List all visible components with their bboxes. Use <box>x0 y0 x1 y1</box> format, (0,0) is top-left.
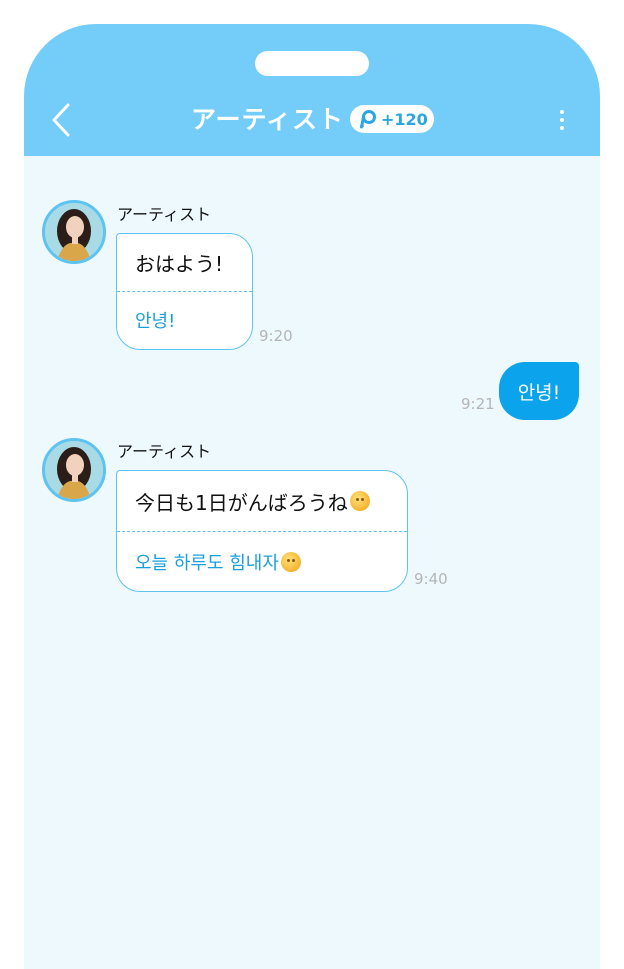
back-button[interactable] <box>46 100 76 140</box>
chevron-left-icon <box>52 103 70 137</box>
chat-header: アーティスト +120 <box>24 24 600 156</box>
incoming-message-bubble[interactable]: 今日も1日がんばろうね 오늘 하루도 힘내자 <box>116 470 408 592</box>
more-menu-button[interactable] <box>552 102 572 138</box>
phone-notch <box>255 51 369 76</box>
sender-name: アーティスト <box>117 205 212 224</box>
message-text-jp-row: 今日も1日がんばろうね <box>117 471 407 531</box>
message-text-jp: おはよう! <box>135 252 224 276</box>
message-time: 9:20 <box>259 327 293 345</box>
points-badge[interactable]: +120 <box>350 105 434 133</box>
chat-title: アーティスト <box>191 105 345 134</box>
message-time: 9:21 <box>461 395 495 413</box>
sender-name: アーティスト <box>117 442 212 461</box>
outgoing-message-bubble[interactable]: 안녕! <box>499 362 579 420</box>
message-time: 9:40 <box>414 570 448 588</box>
chat-screen: アーティスト +120 アーティスト おはよう! 안녕! 9:20 9:21 안… <box>24 24 600 969</box>
message-text-jp: 今日も1日がんばろうね <box>135 490 348 515</box>
message-text-ko: 오늘 하루도 힘내자 <box>135 553 279 574</box>
points-value: +120 <box>381 109 428 129</box>
smiling-sun-emoji-icon <box>349 491 370 511</box>
more-vertical-icon <box>560 110 564 114</box>
message-text-ko: 안녕! <box>135 311 176 332</box>
artist-avatar[interactable] <box>42 438 106 502</box>
p-coin-icon <box>360 110 376 129</box>
artist-avatar[interactable] <box>42 200 106 264</box>
incoming-message-bubble[interactable]: おはよう! 안녕! <box>116 233 253 350</box>
artist-photo <box>45 203 103 261</box>
smiling-sun-emoji-icon <box>280 552 301 572</box>
artist-photo <box>45 441 103 499</box>
message-text-ko-row: 오늘 하루도 힘내자 <box>117 532 407 591</box>
